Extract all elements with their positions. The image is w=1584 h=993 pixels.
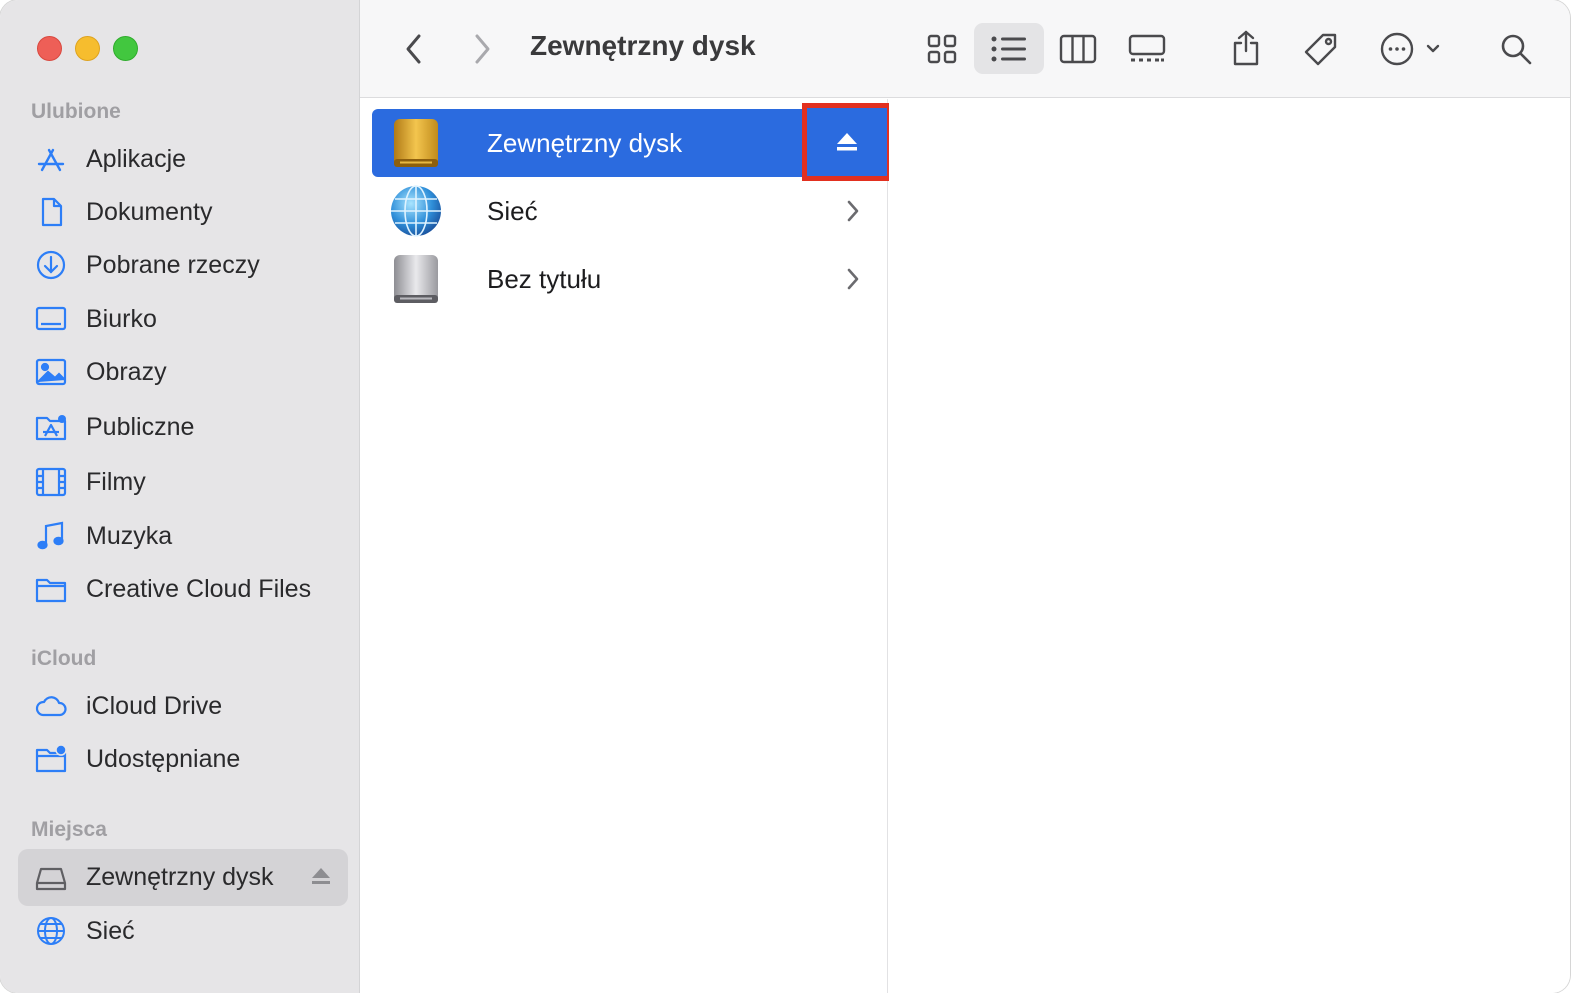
list-item-label: Sieć <box>487 195 538 226</box>
sidebar-item-label: Pobrane rzeczy <box>86 250 260 279</box>
forward-button[interactable] <box>464 28 500 70</box>
external-drive-icon <box>394 119 438 167</box>
public-folder-icon <box>33 409 69 445</box>
gallery-view-button[interactable] <box>1118 24 1176 74</box>
column-view-icon <box>1059 34 1097 64</box>
back-button[interactable] <box>396 28 432 70</box>
eject-icon <box>837 133 857 151</box>
tag-button[interactable] <box>1296 24 1346 74</box>
external-drive-icon <box>33 860 69 896</box>
music-icon <box>33 518 69 554</box>
sidebar-item-siec[interactable]: Sieć <box>18 904 348 958</box>
sidebar-item-label: Sieć <box>86 916 135 945</box>
apps-icon <box>33 141 69 177</box>
more-button[interactable] <box>1376 24 1446 74</box>
eject-icon[interactable] <box>310 865 332 887</box>
download-icon <box>33 247 69 283</box>
eject-button[interactable] <box>802 103 892 181</box>
sidebar-item-muzyka[interactable]: Muzyka <box>18 509 348 563</box>
list-item-zewnetrzny-dysk[interactable]: Zewnętrzny dysk <box>372 109 804 177</box>
zoom-button[interactable] <box>113 36 138 61</box>
chevron-right-icon <box>847 200 859 222</box>
sidebar-item-label: Udostępniane <box>86 744 241 773</box>
chevron-right-icon <box>847 268 859 290</box>
sidebar-section-favorites: Ulubione <box>31 100 121 123</box>
sidebar-item-label: Filmy <box>86 467 146 496</box>
share-button[interactable] <box>1222 22 1270 74</box>
browser-column: Zewnętrzny dysk Sieć Bez tytułu <box>360 99 888 993</box>
tag-icon <box>1304 33 1337 66</box>
list-item-label: Zewnętrzny dysk <box>487 127 683 158</box>
document-icon <box>33 194 69 230</box>
film-icon <box>33 464 69 500</box>
sidebar-item-label: Aplikacje <box>86 144 187 173</box>
sidebar-item-publiczne[interactable]: Publiczne <box>18 400 348 454</box>
column-view-button[interactable] <box>1050 24 1106 74</box>
forward-icon <box>475 34 490 64</box>
sidebar-item-udostepniane[interactable]: Udostępniane <box>18 732 348 786</box>
sidebar-item-pobrane-rzeczy[interactable]: Pobrane rzeczy <box>18 238 348 292</box>
window-title: Zewnętrzny dysk <box>530 30 756 61</box>
list-item-bez-tytulu[interactable]: Bez tytułu <box>372 245 889 313</box>
sidebar-item-dokumenty[interactable]: Dokumenty <box>18 185 348 239</box>
search-icon <box>1501 34 1532 65</box>
preview-area <box>889 99 1570 993</box>
sidebar-item-label: Obrazy <box>86 357 167 386</box>
sidebar-item-label: Biurko <box>86 304 157 333</box>
shared-folder-icon <box>33 741 69 777</box>
list-view-icon <box>991 36 1026 61</box>
window-controls <box>37 36 138 61</box>
sidebar-item-creative-cloud-files[interactable]: Creative Cloud Files <box>18 562 348 616</box>
folder-icon <box>33 571 69 607</box>
network-icon <box>391 185 441 237</box>
sidebar-section-icloud: iCloud <box>31 647 97 670</box>
icon-view-button[interactable] <box>915 24 969 74</box>
sidebar-item-zewnetrzny-dysk[interactable]: Zewnętrzny dysk <box>18 849 348 906</box>
minimize-button[interactable] <box>75 36 100 61</box>
search-button[interactable] <box>1494 24 1538 74</box>
sidebar-item-label: Zewnętrzny dysk <box>86 863 274 891</box>
list-item-label: Bez tytułu <box>487 263 602 294</box>
finder-window: Ulubione Aplikacje Dokumenty Pobrane rze… <box>0 0 1570 993</box>
share-icon <box>1233 30 1259 66</box>
sidebar-item-label: Muzyka <box>86 521 173 550</box>
sidebar-item-label: Creative Cloud Files <box>86 574 312 603</box>
sidebar-item-biurko[interactable]: Biurko <box>18 292 348 346</box>
desktop-icon <box>33 301 69 337</box>
photos-icon <box>33 354 69 390</box>
sidebar-item-icloud-drive[interactable]: iCloud Drive <box>18 679 348 733</box>
list-view-button[interactable] <box>974 23 1044 74</box>
back-icon <box>406 34 421 64</box>
globe-icon <box>33 913 69 949</box>
list-item-siec[interactable]: Sieć <box>372 177 889 245</box>
more-icon <box>1380 32 1440 66</box>
sidebar: Ulubione Aplikacje Dokumenty Pobrane rze… <box>0 0 360 993</box>
sidebar-item-filmy[interactable]: Filmy <box>18 455 348 509</box>
icon-view-icon <box>927 34 957 64</box>
toolbar: Zewnętrzny dysk <box>360 0 1570 98</box>
cloud-icon <box>33 688 69 724</box>
sidebar-item-label: Publiczne <box>86 412 195 441</box>
sidebar-item-obrazy[interactable]: Obrazy <box>18 345 348 399</box>
sidebar-section-locations: Miejsca <box>31 818 107 841</box>
gallery-view-icon <box>1128 34 1166 62</box>
sidebar-item-label: Dokumenty <box>86 197 213 226</box>
close-button[interactable] <box>37 36 62 61</box>
sidebar-item-aplikacje[interactable]: Aplikacje <box>18 132 348 186</box>
sidebar-item-label: iCloud Drive <box>86 691 223 720</box>
disk-icon <box>394 255 438 303</box>
